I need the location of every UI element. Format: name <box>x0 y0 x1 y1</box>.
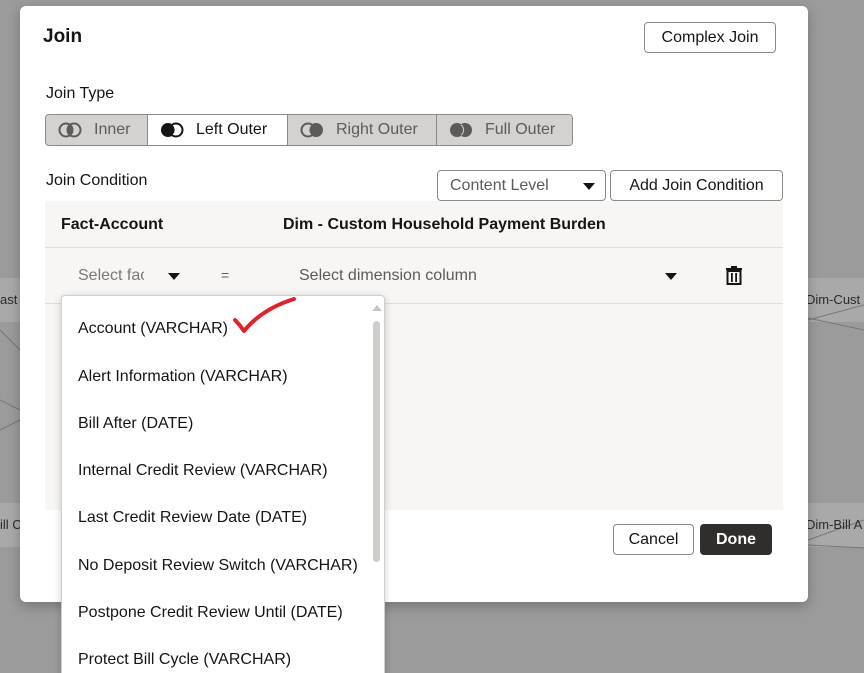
join-condition-header: Fact-Account Dim - Custom Household Paym… <box>45 201 783 248</box>
join-condition-label: Join Condition <box>46 172 148 189</box>
join-type-label-text: Full Outer <box>485 121 556 138</box>
complex-join-button[interactable]: Complex Join <box>644 22 776 53</box>
fact-column-dropdown-list: Account (VARCHAR) Alert Information (VAR… <box>61 295 385 673</box>
content-level-value: Content Level <box>450 176 549 194</box>
right-outer-join-icon <box>300 122 324 138</box>
join-type-full-outer[interactable]: Full Outer <box>437 115 572 145</box>
done-button[interactable]: Done <box>700 524 772 555</box>
fact-table-header: Fact-Account <box>61 216 164 233</box>
equals-operator: = <box>221 267 230 283</box>
scroll-up-arrow-icon[interactable] <box>372 305 382 311</box>
join-type-label-text: Left Outer <box>196 121 268 138</box>
left-outer-join-icon <box>160 122 184 138</box>
dimension-column-select[interactable]: Select dimension column <box>287 258 687 294</box>
check-mark-icon <box>233 297 296 333</box>
canvas-node-label[interactable]: ill C <box>0 517 22 532</box>
join-type-inner[interactable]: Inner <box>46 115 148 145</box>
join-type-right-outer[interactable]: Right Outer <box>288 115 437 145</box>
fact-column-select[interactable]: Select fact column <box>65 258 187 294</box>
canvas-node-label[interactable]: ast <box>0 292 17 307</box>
dropdown-option[interactable]: Postpone Credit Review Until (DATE) <box>78 604 343 622</box>
full-outer-join-icon <box>449 122 473 138</box>
chevron-down-icon <box>665 273 677 280</box>
dropdown-option[interactable]: Bill After (DATE) <box>78 415 193 433</box>
dimension-column-placeholder: Select dimension column <box>299 267 477 284</box>
content-level-select[interactable]: Content Level <box>437 170 606 201</box>
dropdown-option[interactable]: Internal Credit Review (VARCHAR) <box>78 462 328 480</box>
delete-condition-button[interactable] <box>723 264 745 291</box>
canvas-node-label[interactable]: Dim-Cust <box>806 292 860 307</box>
dropdown-option[interactable]: Alert Information (VARCHAR) <box>78 368 288 386</box>
fact-column-placeholder: Select fact column <box>78 267 144 284</box>
chevron-down-icon <box>583 183 595 190</box>
add-join-condition-button[interactable]: Add Join Condition <box>610 170 783 201</box>
inner-join-icon <box>58 122 82 138</box>
dropdown-option[interactable]: Account (VARCHAR) <box>78 320 228 338</box>
dropdown-option[interactable]: No Deposit Review Switch (VARCHAR) <box>78 557 358 575</box>
join-type-label-text: Right Outer <box>336 121 418 138</box>
join-type-left-outer[interactable]: Left Outer <box>148 115 288 145</box>
cancel-button[interactable]: Cancel <box>613 524 694 555</box>
join-type-label: Join Type <box>46 85 115 102</box>
trash-icon <box>726 266 742 285</box>
join-type-label-text: Inner <box>94 121 131 138</box>
dropdown-scrollbar[interactable] <box>373 321 380 562</box>
dim-table-header: Dim - Custom Household Payment Burden <box>283 216 606 233</box>
dialog-title: Join <box>43 26 83 47</box>
dropdown-option[interactable]: Protect Bill Cycle (VARCHAR) <box>78 651 291 669</box>
join-type-selector: Inner Left Outer Right Outer Full Outer <box>45 114 573 146</box>
canvas-node-label[interactable]: Dim-Bill A <box>806 517 862 532</box>
chevron-down-icon <box>168 273 180 280</box>
dropdown-option[interactable]: Last Credit Review Date (DATE) <box>78 509 307 527</box>
